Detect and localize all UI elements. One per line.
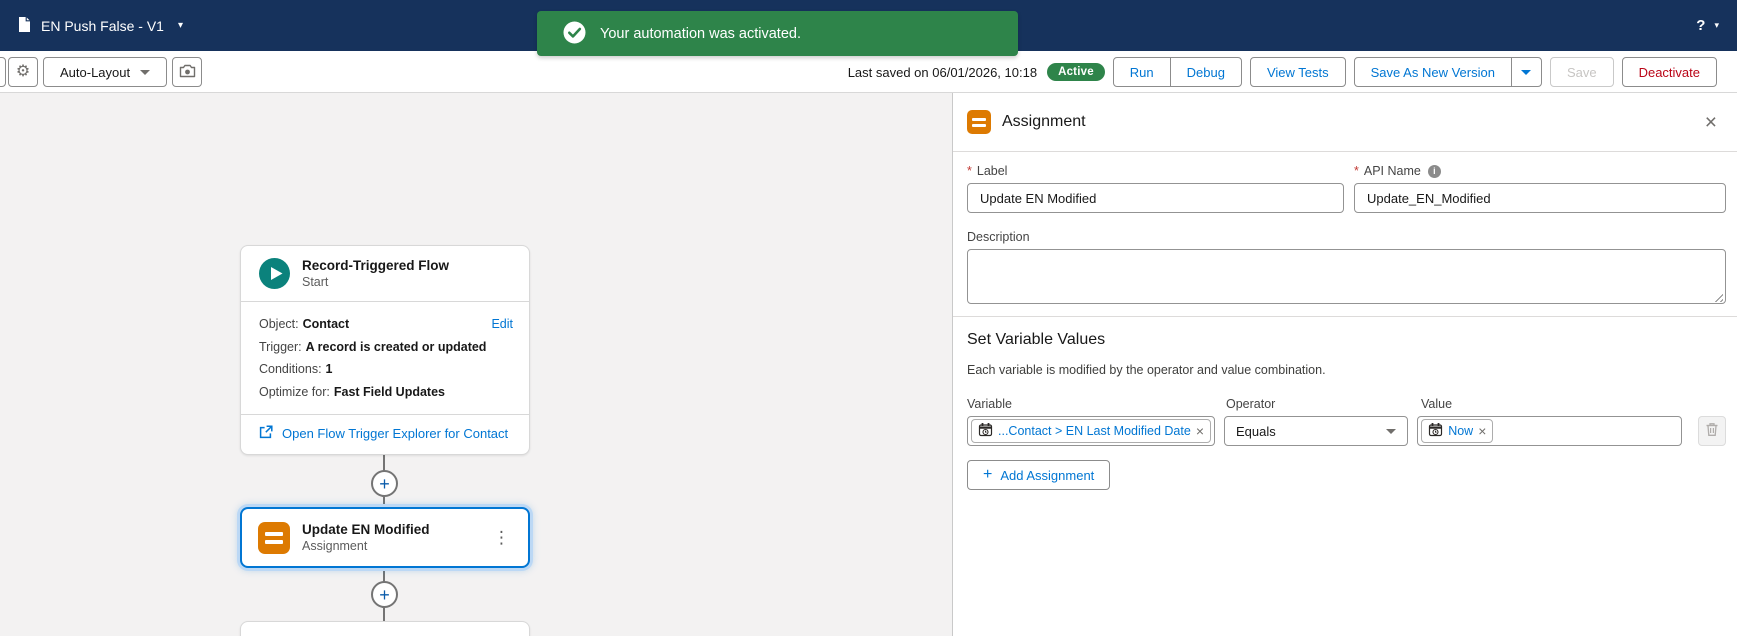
value-pill-text: Now — [1448, 424, 1474, 438]
value-column-label: Value — [1421, 397, 1453, 411]
run-button[interactable]: Run — [1112, 57, 1171, 87]
delete-assignment-button[interactable] — [1698, 416, 1726, 446]
remove-value-icon[interactable]: × — [1478, 424, 1486, 438]
operator-select[interactable]: Equals — [1224, 416, 1409, 446]
assignment-node-title: Update EN Modified — [302, 522, 430, 537]
add-element-button[interactable]: + — [371, 470, 398, 497]
edit-link[interactable]: Edit — [491, 313, 513, 336]
date-time-icon — [1428, 422, 1443, 440]
debug-button[interactable]: Debug — [1169, 57, 1242, 87]
node-menu-kebab-icon[interactable]: ⋮ — [487, 524, 516, 552]
section-helper-text: Each variable is modified by the operato… — [967, 363, 1326, 377]
snapshot-button[interactable] — [172, 57, 203, 87]
api-name-field-label: * API Name i — [1354, 164, 1726, 178]
operator-column-label: Operator — [1226, 397, 1276, 411]
date-time-icon — [978, 422, 993, 440]
add-element-button[interactable]: + — [371, 581, 398, 608]
label-field[interactable] — [967, 183, 1344, 213]
save-button[interactable]: Save — [1549, 57, 1614, 87]
layout-select-label: Auto-Layout — [60, 64, 131, 80]
flow-start-icon — [259, 258, 290, 289]
variable-input[interactable]: ...Contact > EN Last Modified Date × — [967, 416, 1215, 446]
start-node-subtitle: Start — [302, 275, 329, 289]
document-icon — [18, 16, 31, 36]
divider — [953, 316, 1737, 317]
assignment-icon — [258, 521, 290, 554]
detail-row-object: Object: Contact Edit — [259, 313, 513, 336]
camera-icon — [179, 64, 196, 81]
trash-icon — [1705, 422, 1719, 440]
close-icon[interactable]: × — [1699, 110, 1723, 135]
description-field[interactable] — [967, 249, 1726, 304]
help-icon: ? — [1696, 17, 1706, 34]
detail-row-conditions: Conditions: 1 — [259, 362, 333, 376]
required-asterisk: * — [1354, 164, 1359, 178]
chevron-down-icon: ▾ — [177, 20, 183, 31]
toolbox-button-partial[interactable] — [0, 57, 6, 87]
flow-title-menu[interactable]: EN Push False - V1 ▾ — [18, 16, 183, 36]
flow-canvas[interactable]: Record-Triggered Flow Start Object: Conta… — [0, 93, 952, 636]
panel-title: Assignment — [1002, 113, 1086, 130]
operator-selected-value: Equals — [1236, 423, 1276, 439]
plus-icon: + — [379, 473, 390, 494]
help-menu[interactable]: ? ▾ — [1696, 17, 1719, 34]
gear-icon: ⚙ — [15, 63, 31, 80]
settings-button[interactable]: ⚙ — [8, 57, 38, 87]
layout-select[interactable]: Auto-Layout — [43, 57, 168, 87]
variable-column-label: Variable — [967, 397, 1012, 411]
save-options-dropdown-button[interactable] — [1510, 57, 1542, 87]
end-node-card[interactable]: End — [240, 621, 530, 636]
assignment-icon — [967, 110, 991, 134]
add-assignment-button[interactable]: + Add Assignment — [967, 460, 1111, 490]
deactivate-button[interactable]: Deactivate — [1621, 57, 1717, 87]
assignment-node-card[interactable]: Update EN Modified Assignment ⋮ — [240, 507, 530, 568]
success-check-icon — [563, 21, 586, 47]
detail-row-optimize: Optimize for: Fast Field Updates — [259, 384, 445, 399]
required-asterisk: * — [967, 164, 972, 178]
variable-pill-text: ...Contact > EN Last Modified Date — [998, 424, 1191, 438]
success-toast: Your automation was activated. — [537, 11, 1018, 56]
plus-icon: + — [983, 465, 993, 483]
chevron-down-icon — [140, 69, 151, 75]
toast-message: Your automation was activated. — [600, 25, 801, 42]
chevron-down-icon — [1386, 428, 1397, 434]
plus-icon: + — [379, 584, 390, 605]
external-link-icon — [259, 425, 273, 442]
description-field-label: Description — [967, 230, 1030, 244]
value-input[interactable]: Now × — [1417, 416, 1683, 446]
toolbar: ⚙ Auto-Layout Last saved on 06/01/2026, … — [0, 51, 1737, 93]
last-saved-text: Last saved on 06/01/2026, 10:18 — [847, 64, 1038, 80]
section-title: Set Variable Values — [967, 331, 1106, 348]
remove-variable-icon[interactable]: × — [1196, 424, 1204, 438]
status-badge: Active — [1047, 63, 1105, 81]
save-as-new-version-button[interactable]: Save As New Version — [1353, 57, 1512, 87]
start-node-title: Record-Triggered Flow — [302, 258, 450, 273]
flow-trigger-explorer-link[interactable]: Open Flow Trigger Explorer for Contact — [282, 426, 508, 441]
start-node-card[interactable]: Record-Triggered Flow Start Object: Conta… — [240, 245, 530, 455]
assignment-properties-panel: Assignment × * Label * API Name i Descri… — [952, 93, 1737, 636]
info-icon[interactable]: i — [1427, 164, 1441, 178]
assignment-node-subtitle: Assignment — [302, 539, 368, 553]
view-tests-button[interactable]: View Tests — [1249, 57, 1346, 87]
chevron-down-icon — [1521, 69, 1532, 75]
detail-row-trigger: Trigger: A record is created or updated — [259, 339, 487, 354]
api-name-field[interactable] — [1354, 183, 1726, 213]
label-field-label: * Label — [967, 164, 1008, 178]
chevron-down-icon: ▾ — [1714, 20, 1719, 30]
flow-title: EN Push False - V1 — [41, 17, 164, 34]
